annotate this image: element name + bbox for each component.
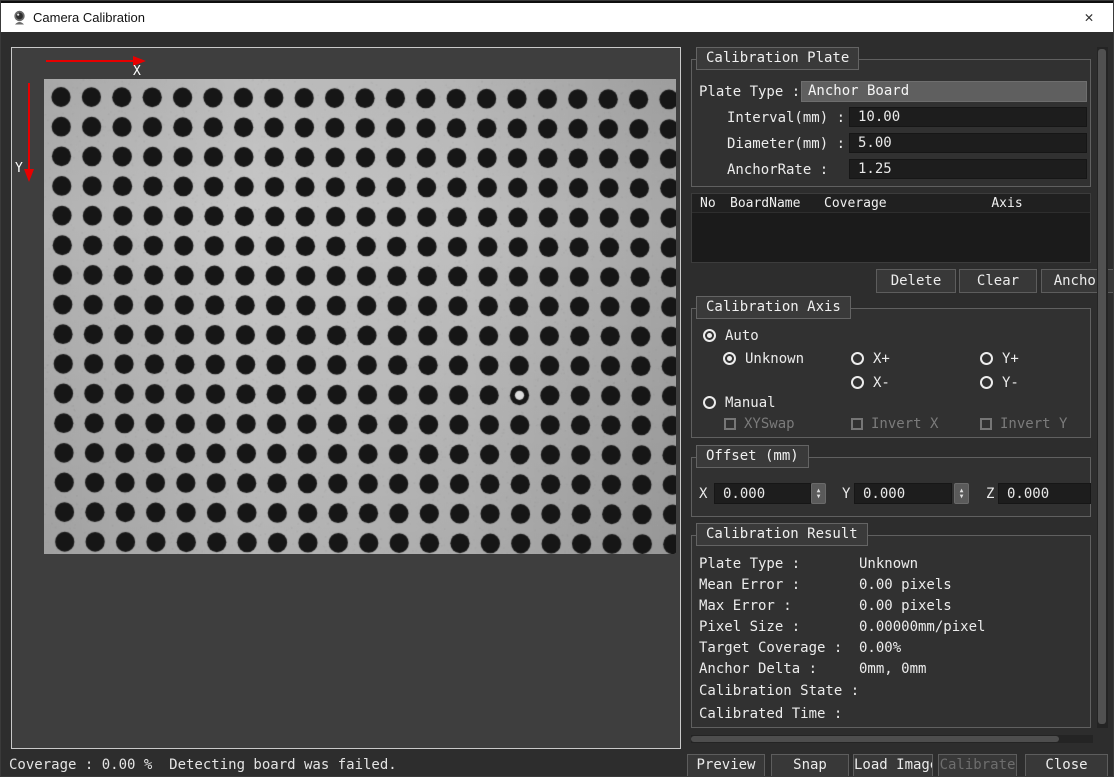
axis-arrows [12, 48, 182, 198]
column-header-coverage: Coverage [824, 196, 924, 211]
close-icon: ✕ [1084, 8, 1093, 26]
result-row-value: 0.00 pixels [859, 598, 952, 614]
webcam-icon [11, 9, 28, 26]
checkbox-invert-x-label: Invert X [871, 416, 938, 432]
radio-manual[interactable] [703, 396, 716, 409]
group-calibration-result-title: Calibration Result [696, 523, 868, 546]
y-axis-label: Y [15, 161, 23, 176]
group-calibration-axis-title: Calibration Axis [696, 296, 851, 319]
column-header-axis: Axis [924, 196, 1090, 211]
result-row-value: 0.00000mm/pixel [859, 619, 985, 635]
result-row-label: Calibration State : [699, 683, 859, 699]
checkbox-xyswap-label: XYSwap [744, 416, 795, 432]
status-text: Coverage : 0.00 % Detecting board was fa… [9, 757, 397, 773]
clear-button[interactable]: Clear [959, 269, 1037, 293]
anchor-rate-input[interactable] [849, 159, 1087, 179]
radio-x-plus[interactable] [851, 352, 864, 365]
radio-auto-label: Auto [725, 328, 759, 344]
titlebar-close-button[interactable]: ✕ [1069, 3, 1109, 32]
vertical-scrollbar-thumb[interactable] [1098, 49, 1106, 724]
board-table-header: No BoardName Coverage Axis [692, 194, 1090, 213]
checkbox-invert-y-label: Invert Y [1000, 416, 1067, 432]
horizontal-scrollbar[interactable] [691, 735, 1093, 743]
x-axis-label: X [133, 64, 141, 79]
checkbox-xyswap[interactable] [724, 418, 736, 430]
offset-y-spinner[interactable]: ▲ ▼ [954, 483, 969, 504]
result-row-value: 0.00 pixels [859, 577, 952, 593]
result-row-label: Pixel Size : [699, 619, 800, 635]
anchor-rate-label: AnchorRate : [727, 162, 828, 178]
result-row-label: Plate Type : [699, 556, 800, 572]
radio-auto[interactable] [703, 329, 716, 342]
offset-y-input[interactable] [854, 483, 952, 504]
offset-x-spinner[interactable]: ▲ ▼ [811, 483, 826, 504]
plate-type-label: Plate Type : [699, 84, 800, 100]
column-header-boardname: BoardName [730, 196, 824, 211]
radio-x-plus-label: X+ [873, 351, 890, 367]
image-viewport: X Y [11, 47, 681, 749]
radio-unknown-label: Unknown [745, 351, 804, 367]
radio-y-plus-label: Y+ [1002, 351, 1019, 367]
offset-y-label: Y [842, 486, 850, 502]
diameter-input[interactable] [849, 133, 1087, 153]
radio-x-minus-label: X- [873, 375, 890, 391]
radio-x-minus[interactable] [851, 376, 864, 389]
right-panel: Calibration Plate Plate Type : Anchor Bo… [687, 41, 1114, 777]
load-image-button[interactable]: Load Image [853, 754, 933, 777]
result-row-value: Unknown [859, 556, 918, 572]
plate-type-combo[interactable]: Anchor Board [801, 81, 1087, 102]
checkbox-invert-y[interactable] [980, 418, 992, 430]
preview-button[interactable]: Preview [687, 754, 765, 777]
radio-y-minus[interactable] [980, 376, 993, 389]
radio-y-plus[interactable] [980, 352, 993, 365]
spinner-down-icon: ▼ [960, 494, 964, 500]
interval-label: Interval(mm) : [727, 110, 845, 126]
horizontal-scrollbar-thumb[interactable] [691, 736, 1059, 742]
group-offset-title: Offset (mm) [696, 445, 809, 468]
result-row-value: 0.00% [859, 640, 901, 656]
camera-calibration-window: Camera Calibration ✕ X Y Calibration Pla… [0, 0, 1114, 777]
board-table[interactable]: No BoardName Coverage Axis [691, 193, 1091, 263]
vertical-scrollbar[interactable] [1097, 47, 1108, 728]
offset-z-input[interactable] [998, 483, 1091, 504]
snap-button[interactable]: Snap [771, 754, 849, 777]
offset-x-label: X [699, 486, 707, 502]
titlebar: Camera Calibration ✕ [1, 3, 1113, 32]
result-row-label: Max Error : [699, 598, 792, 614]
result-row-label: Mean Error : [699, 577, 800, 593]
offset-x-input[interactable] [714, 483, 811, 504]
diameter-label: Diameter(mm) : [727, 136, 845, 152]
interval-input[interactable] [849, 107, 1087, 127]
offset-z-label: Z [986, 486, 994, 502]
calibrate-button[interactable]: Calibrate [938, 754, 1017, 777]
result-row-value: 0mm, 0mm [859, 661, 926, 677]
delete-button[interactable]: Delete [876, 269, 956, 293]
radio-manual-label: Manual [725, 395, 776, 411]
result-row-label: Anchor Delta : [699, 661, 817, 677]
checkbox-invert-x[interactable] [851, 418, 863, 430]
radio-unknown[interactable] [723, 352, 736, 365]
result-row-label: Target Coverage : [699, 640, 842, 656]
column-header-no: No [692, 196, 730, 211]
footer-close-button[interactable]: Close [1025, 754, 1108, 777]
window-title: Camera Calibration [33, 10, 145, 25]
radio-y-minus-label: Y- [1002, 375, 1019, 391]
result-row-label: Calibrated Time : [699, 706, 842, 722]
group-calibration-plate-title: Calibration Plate [696, 47, 859, 70]
spinner-down-icon: ▼ [817, 494, 821, 500]
